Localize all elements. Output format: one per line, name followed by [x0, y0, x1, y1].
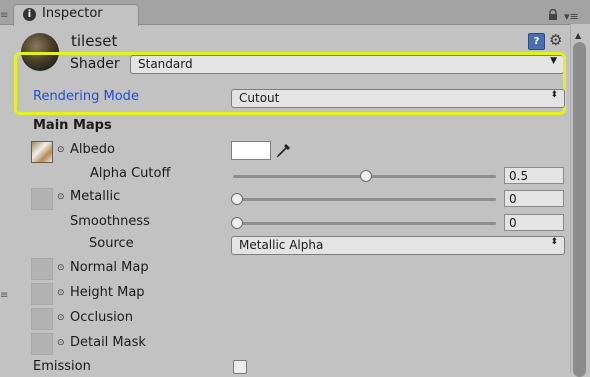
- updown-arrow-icon: ⬍: [550, 90, 558, 100]
- tab-inspector[interactable]: i Inspector: [13, 4, 139, 26]
- metallic-field[interactable]: 0: [504, 190, 564, 207]
- metallic-texture-slot[interactable]: [31, 188, 53, 210]
- smoothness-slider-track[interactable]: [233, 222, 496, 225]
- texture-picker-icon[interactable]: ⊙: [57, 338, 65, 348]
- panel-menu-icon[interactable]: ▾≡: [564, 10, 579, 23]
- albedo-label: Albedo: [70, 142, 115, 157]
- metallic-slider-track[interactable]: [233, 198, 496, 201]
- rendering-mode-label: Rendering Mode: [33, 89, 139, 104]
- texture-picker-icon[interactable]: ⊙: [57, 192, 65, 202]
- material-title: tileset: [71, 32, 118, 50]
- texture-picker-icon[interactable]: ⊙: [57, 263, 65, 273]
- albedo-texture-slot[interactable]: [31, 141, 53, 163]
- rendering-mode-value: Cutout: [239, 91, 280, 105]
- scrollbar-thumb[interactable]: [573, 42, 586, 377]
- occlusion-texture-slot[interactable]: [31, 308, 53, 330]
- detail-mask-texture-slot[interactable]: [31, 333, 53, 355]
- occlusion-label: Occlusion: [70, 310, 133, 325]
- texture-picker-icon[interactable]: ⊙: [57, 145, 65, 155]
- smoothness-field[interactable]: 0: [504, 214, 564, 231]
- main-maps-title: Main Maps: [33, 118, 112, 133]
- texture-picker-icon[interactable]: ⊙: [57, 288, 65, 298]
- updown-arrow-icon: ⬍: [550, 237, 558, 247]
- height-map-label: Height Map: [70, 285, 145, 300]
- normal-map-texture-slot[interactable]: [31, 258, 53, 280]
- tab-inspector-label: Inspector: [42, 6, 103, 21]
- left-panel-edge-icon: ≡: [0, 10, 9, 21]
- eyedropper-icon[interactable]: [274, 140, 294, 160]
- lock-icon[interactable]: [547, 9, 559, 21]
- scroll-up-arrow-icon[interactable]: ▲: [575, 31, 581, 40]
- source-dropdown[interactable]: Metallic Alpha ⬍: [231, 236, 565, 255]
- alpha-cutoff-field[interactable]: 0.5: [504, 167, 564, 184]
- alpha-cutoff-slider-thumb[interactable]: [359, 170, 372, 182]
- height-map-texture-slot[interactable]: [31, 283, 53, 305]
- source-label: Source: [89, 236, 134, 251]
- normal-map-label: Normal Map: [70, 260, 149, 275]
- source-dropdown-value: Metallic Alpha: [239, 238, 324, 252]
- smoothness-label: Smoothness: [70, 214, 150, 229]
- texture-picker-icon[interactable]: ⊙: [57, 313, 65, 323]
- metallic-label: Metallic: [70, 189, 121, 204]
- info-icon: i: [23, 8, 36, 21]
- left-panel-edge-icon: ≡: [0, 290, 9, 301]
- metallic-slider-thumb[interactable]: [231, 193, 243, 205]
- emission-label: Emission: [33, 359, 91, 374]
- albedo-color-swatch[interactable]: [231, 141, 271, 160]
- help-book-icon[interactable]: ?: [528, 33, 545, 50]
- alpha-cutoff-label: Alpha Cutoff: [90, 166, 171, 181]
- emission-checkbox[interactable]: [233, 360, 247, 374]
- gear-icon[interactable]: ⚙: [549, 31, 562, 49]
- detail-mask-label: Detail Mask: [70, 335, 146, 350]
- rendering-mode-dropdown[interactable]: Cutout ⬍: [231, 89, 565, 108]
- smoothness-slider-thumb[interactable]: [231, 217, 243, 229]
